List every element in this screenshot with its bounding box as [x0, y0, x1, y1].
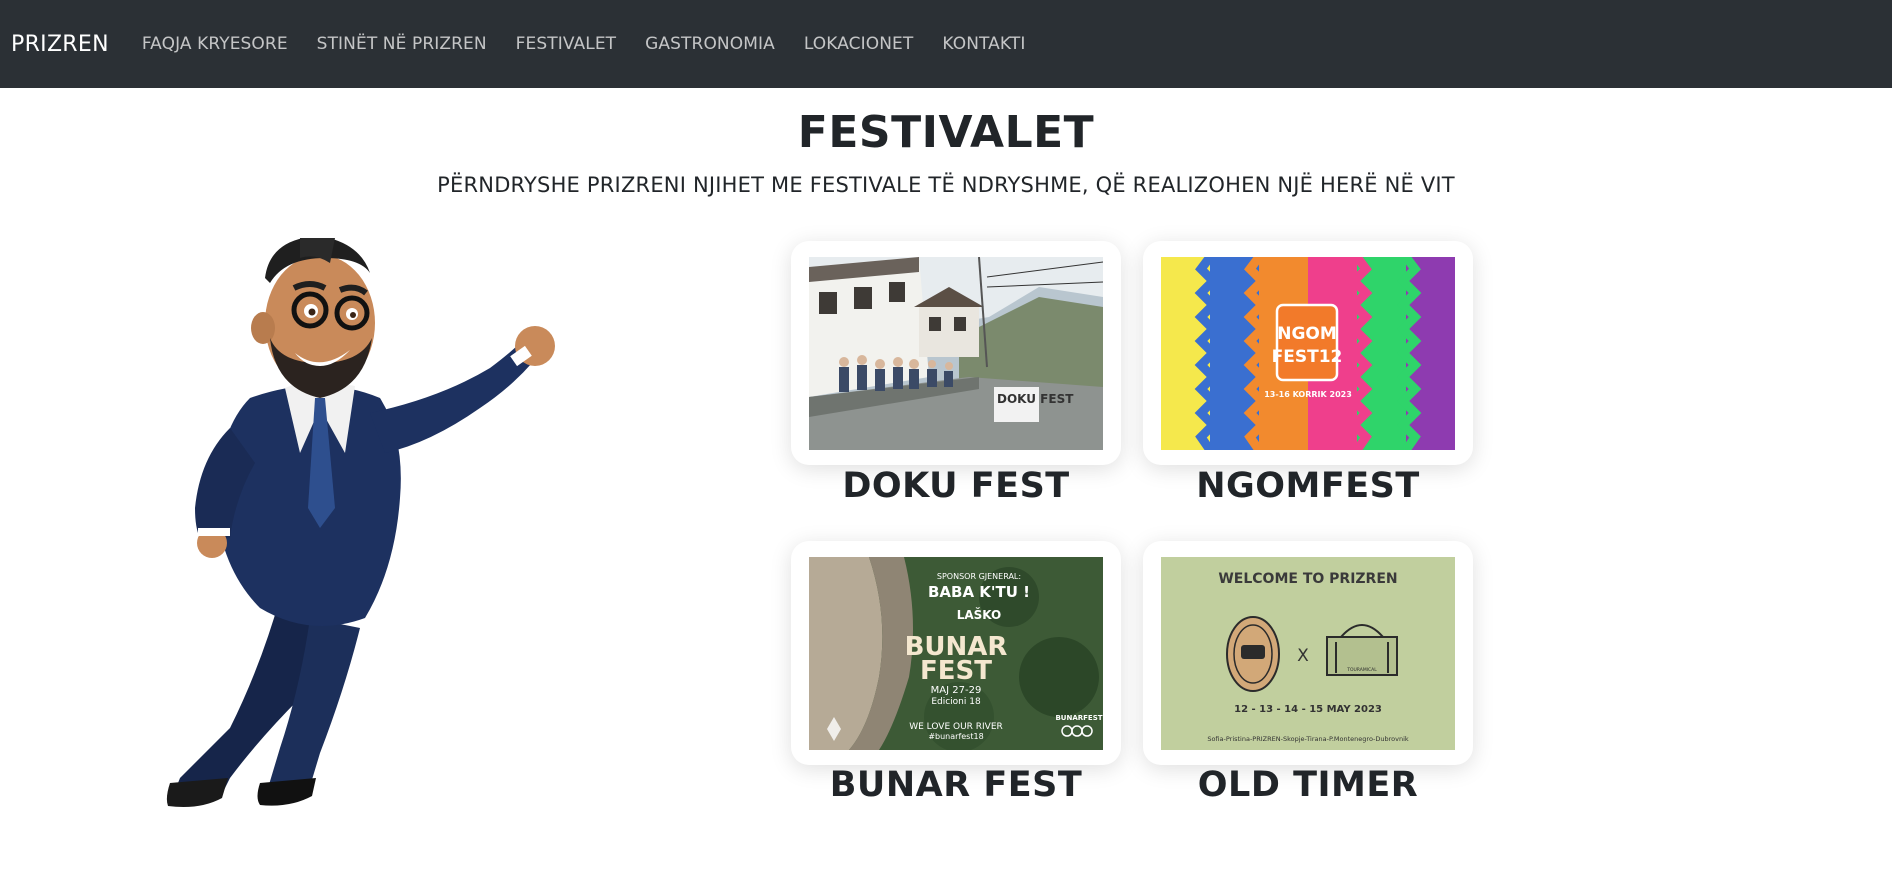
bunarfest-brand: LAŠKO — [957, 607, 1002, 622]
nav-item: LOKACIONET — [804, 34, 943, 54]
festival-title-dokufest: DOKU FEST — [842, 466, 1070, 506]
nav-link-festivalet[interactable]: FESTIVALET — [516, 34, 616, 54]
festival-card-bunarfest[interactable]: SPONSOR GJENERAL: BABA K'TU ! LAŠKO BUNA… — [791, 541, 1121, 765]
oldtimer-welcome-text: WELCOME TO PRIZREN — [1218, 571, 1397, 587]
nav-item: FESTIVALET — [516, 34, 645, 54]
nav-item: FAQJA KRYESORE — [142, 34, 317, 54]
nav-link-faqja-kryesore[interactable]: FAQJA KRYESORE — [142, 34, 288, 54]
nav-link-gastronomia[interactable]: GASTRONOMIA — [645, 34, 775, 54]
festival-title-oldtimer: OLD TIMER — [1197, 765, 1419, 805]
nav-item: STINËT NË PRIZREN — [317, 34, 516, 54]
bunarfest-slogan: WE LOVE OUR RIVER — [909, 722, 1003, 732]
nav-item: GASTRONOMIA — [645, 34, 804, 54]
festival-card-dokufest[interactable]: DOKU FEST — [791, 241, 1121, 465]
festival-title-ngomfest: NGOMFEST — [1196, 466, 1420, 506]
festival-title-bunarfest: BUNAR FEST — [829, 765, 1083, 805]
oldtimer-x-mark: X — [1297, 646, 1309, 666]
navbar: PRIZREN FAQJA KRYESORE STINËT NË PRIZREN… — [0, 0, 1892, 88]
festival-card-ngomfest[interactable]: NGOM FEST12 13-16 KORRIK 2023 — [1143, 241, 1473, 465]
oldtimer-poster: WELCOME TO PRIZREN X TOURAMICAL 12 - 13 … — [1161, 557, 1455, 750]
page-title: FESTIVALET — [797, 107, 1095, 158]
bunarfest-sponsor-label: SPONSOR GJENERAL: — [937, 572, 1021, 581]
ngomfest-logo-line2: FEST12 — [1272, 347, 1343, 367]
oldtimer-badge-text: TOURAMICAL — [1346, 667, 1377, 673]
dokufest-photo: DOKU FEST — [809, 257, 1103, 450]
brand-link[interactable]: PRIZREN — [11, 32, 109, 57]
bunarfest-name-line2: FEST — [920, 656, 992, 686]
nav-menu: FAQJA KRYESORE STINËT NË PRIZREN FESTIVA… — [142, 34, 1055, 54]
bunarfest-poster: SPONSOR GJENERAL: BABA K'TU ! LAŠKO BUNA… — [809, 557, 1103, 750]
oldtimer-dates: 12 - 13 - 14 - 15 MAY 2023 — [1234, 704, 1382, 715]
nav-link-stinet[interactable]: STINËT NË PRIZREN — [317, 34, 487, 54]
page-subtitle: PËRNDRYSHE PRIZRENI NJIHET ME FESTIVALE … — [437, 173, 1455, 197]
bunarfest-corner-logo: BUNARFEST — [1055, 714, 1102, 722]
ngomfest-logo-line1: NGOM — [1277, 324, 1337, 344]
businessman-mascot-illustration — [166, 238, 555, 807]
festival-card-oldtimer[interactable]: WELCOME TO PRIZREN X TOURAMICAL 12 - 13 … — [1143, 541, 1473, 765]
dokufest-sign-text: DOKU FEST — [997, 392, 1074, 406]
bunarfest-sponsor: BABA K'TU ! — [928, 583, 1030, 601]
nav-link-lokacionet[interactable]: LOKACIONET — [804, 34, 914, 54]
bunarfest-edition: Edicioni 18 — [931, 697, 981, 707]
ngomfest-dates: 13-16 KORRIK 2023 — [1264, 390, 1352, 399]
nav-item: KONTAKTI — [942, 34, 1054, 54]
ngomfest-poster: NGOM FEST12 13-16 KORRIK 2023 — [1161, 257, 1455, 450]
bunarfest-dates: MAJ 27-29 — [931, 685, 982, 696]
oldtimer-route: Sofia-Pristina-PRIZREN-Skopje-Tirana-P.M… — [1207, 735, 1409, 743]
nav-link-kontakti[interactable]: KONTAKTI — [942, 34, 1025, 54]
bunarfest-hashtag: #bunarfest18 — [928, 732, 983, 741]
